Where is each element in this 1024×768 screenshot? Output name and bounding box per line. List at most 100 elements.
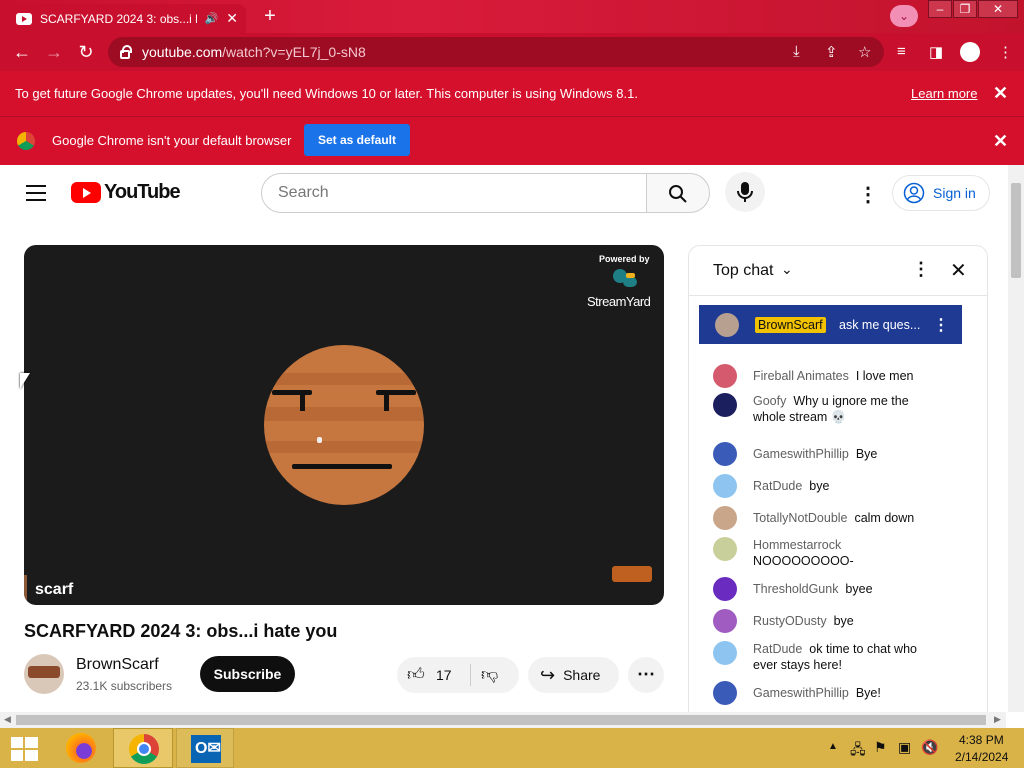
- mouse-cursor-icon: [20, 373, 30, 389]
- vertical-scrollbar[interactable]: [1008, 165, 1024, 712]
- horizontal-scroll-thumb[interactable]: [16, 715, 986, 725]
- search-icon: [669, 185, 687, 203]
- chat-text: bye: [833, 614, 854, 628]
- set-as-default-button[interactable]: Set as default: [304, 124, 410, 156]
- streamyard-label: StreamYard: [587, 294, 651, 309]
- chat-avatar: [713, 609, 737, 633]
- tab-audio-icon[interactable]: 🔊: [205, 12, 219, 25]
- chat-message[interactable]: ThresholdGunk byee: [713, 577, 963, 601]
- search-button[interactable]: [646, 173, 710, 213]
- share-page-icon[interactable]: ⇪: [825, 43, 838, 61]
- show-hidden-icons-icon[interactable]: ▲: [828, 741, 838, 752]
- forward-arrow-icon[interactable]: →: [41, 39, 67, 65]
- chat-header: Top chat ⌄ ⋮ ✕: [689, 246, 987, 296]
- like-count: 17: [436, 667, 452, 683]
- pinned-message-banner[interactable]: BrownScarf ask me ques... ⋮: [699, 305, 962, 344]
- chat-text: NOOOOOOOOO-: [753, 554, 854, 568]
- channel-avatar[interactable]: [24, 654, 64, 694]
- pinned-avatar: [715, 313, 739, 337]
- like-thumb-icon[interactable]: 👍︎: [407, 664, 425, 685]
- install-app-icon[interactable]: ⤓: [793, 43, 800, 60]
- action-center-flag-icon[interactable]: ⚑: [874, 739, 887, 756]
- chat-message[interactable]: Hommestarrock NOOOOOOOOO-: [713, 537, 963, 569]
- powered-by-label: Powered by: [599, 254, 650, 264]
- chat-text: byee: [845, 582, 873, 596]
- pinned-message: ask me ques...: [839, 318, 921, 332]
- side-panel-icon[interactable]: ◨: [929, 43, 943, 61]
- chat-message[interactable]: TotallyNotDouble calm down: [713, 506, 963, 530]
- clock-time[interactable]: 4:38 PM: [959, 733, 1004, 747]
- windows-taskbar: O✉ ▲ 🖧 ⚑ ▣ 🔇 4:38 PM 2/14/2024: [0, 728, 1024, 768]
- back-arrow-icon[interactable]: ←: [9, 39, 35, 65]
- new-tab-button[interactable]: +: [258, 6, 282, 28]
- more-actions-button[interactable]: ⋯: [628, 657, 664, 693]
- chat-message[interactable]: GameswithPhillip Bye!: [713, 681, 963, 705]
- share-label: Share: [563, 667, 601, 683]
- streamyard-duck-icon: [609, 267, 639, 291]
- youtube-logo-text[interactable]: YouTube: [104, 181, 181, 204]
- top-chat-dropdown[interactable]: Top chat: [713, 262, 773, 280]
- search-input[interactable]: Search: [261, 173, 647, 213]
- chat-message[interactable]: GameswithPhillip Bye: [713, 442, 963, 466]
- video-player[interactable]: Powered by StreamYard scarf: [24, 245, 664, 605]
- pinned-menu-icon[interactable]: ⋮: [933, 315, 949, 335]
- profile-avatar-icon[interactable]: [960, 42, 980, 62]
- channel-name[interactable]: BrownScarf: [76, 656, 159, 674]
- close-default-infobar-icon[interactable]: ✕: [993, 131, 1008, 152]
- chat-menu-icon[interactable]: ⋮: [912, 259, 930, 280]
- chat-author: RatDude: [753, 642, 803, 656]
- chat-avatar: [713, 506, 737, 530]
- close-update-infobar-icon[interactable]: ✕: [993, 83, 1008, 104]
- scarf-character-face: [264, 345, 424, 505]
- clock-date[interactable]: 2/14/2024: [955, 750, 1008, 764]
- horizontal-scrollbar[interactable]: ◀ ▶: [0, 712, 1006, 728]
- subscribe-button[interactable]: Subscribe: [200, 656, 295, 692]
- browser-tab[interactable]: SCARFYARD 2024 3: obs...i h 🔊 ✕: [8, 4, 246, 33]
- sign-in-button[interactable]: Sign in: [892, 175, 990, 211]
- account-circle-icon: [903, 182, 925, 204]
- settings-more-icon[interactable]: ⋮: [858, 182, 878, 207]
- tab-search-chevron-icon[interactable]: ⌄: [890, 5, 918, 27]
- scroll-right-icon[interactable]: ▶: [994, 714, 1001, 725]
- learn-more-link[interactable]: Learn more: [911, 86, 977, 101]
- scroll-left-icon[interactable]: ◀: [4, 714, 11, 725]
- scarf-badge-icon: [612, 566, 652, 582]
- lock-icon: [120, 44, 132, 59]
- minimize-button[interactable]: –: [928, 0, 952, 18]
- reading-list-icon[interactable]: ≡: [897, 43, 906, 60]
- restore-button[interactable]: ❐: [953, 0, 977, 18]
- voice-search-button[interactable]: [725, 172, 765, 212]
- chevron-down-icon[interactable]: ⌄: [781, 261, 793, 278]
- chat-message[interactable]: RatDude bye: [713, 474, 963, 498]
- guide-menu-icon[interactable]: [26, 185, 46, 201]
- dislike-thumb-icon[interactable]: 👎︎: [481, 664, 498, 685]
- windows-start-icon[interactable]: [11, 737, 39, 761]
- share-arrow-icon: ↪: [540, 664, 556, 685]
- close-window-button[interactable]: ✕: [978, 0, 1018, 18]
- address-bar[interactable]: youtube.com/watch?v=yEL7j_0-sN8: [108, 37, 884, 67]
- chrome-menu-icon[interactable]: ⋮: [998, 43, 1013, 61]
- chat-message[interactable]: RustyODusty bye: [713, 609, 963, 633]
- chat-message[interactable]: RatDude ok time to chat who ever stays h…: [713, 641, 963, 673]
- youtube-logo-icon[interactable]: [71, 182, 101, 203]
- reload-icon[interactable]: ↻: [73, 39, 99, 65]
- chat-message[interactable]: Goofy Why u ignore me the whole stream 💀: [713, 393, 963, 425]
- display-icon[interactable]: ▣: [898, 739, 911, 756]
- taskbar-outlook-item[interactable]: O✉: [176, 728, 234, 768]
- chat-author: Fireball Animates: [753, 369, 849, 383]
- outlook-icon: O✉: [191, 735, 221, 763]
- tab-close-icon[interactable]: ✕: [226, 10, 238, 27]
- volume-muted-icon[interactable]: 🔇: [921, 739, 938, 756]
- youtube-favicon-icon: [16, 12, 32, 25]
- chat-avatar: [713, 442, 737, 466]
- bookmark-star-icon[interactable]: ☆: [858, 43, 871, 61]
- chat-message[interactable]: Fireball Animates I love men: [713, 364, 963, 388]
- taskbar-chrome-item[interactable]: [113, 728, 173, 768]
- firefox-icon[interactable]: [66, 733, 96, 763]
- close-chat-icon[interactable]: ✕: [950, 258, 967, 283]
- share-button[interactable]: ↪ Share: [528, 657, 619, 693]
- network-icon[interactable]: 🖧: [850, 739, 866, 763]
- vertical-scroll-thumb[interactable]: [1011, 183, 1021, 278]
- tab-title: SCARFYARD 2024 3: obs...i h: [40, 11, 197, 26]
- microphone-icon: [737, 182, 753, 202]
